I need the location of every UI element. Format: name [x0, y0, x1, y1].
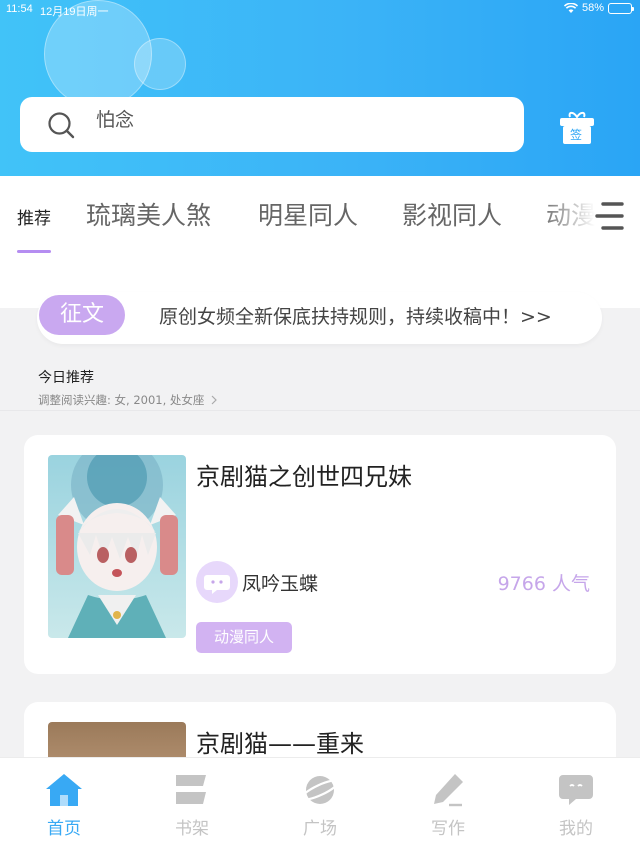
book-title[interactable]: 京剧猫之创世四兄妹 — [196, 457, 412, 492]
battery-percent: 58% — [581, 2, 604, 14]
nav-bookshelf-label: 书架 — [175, 819, 209, 839]
chat-bubble-icon — [204, 575, 230, 594]
status-time: 11:54 — [6, 3, 33, 15]
book-card[interactable]: 京剧猫之创世四兄妹 凤吟玉蝶 9766 人气 动漫同人 — [24, 435, 616, 674]
nav-square-label: 广场 — [303, 819, 337, 839]
home-icon — [46, 774, 82, 806]
bookshelf-icon — [176, 775, 206, 804]
nav-home-label: 首页 — [47, 819, 81, 839]
book-cover[interactable] — [48, 455, 186, 638]
bottom-nav: 首页 书架 广场 写作 我的 — [0, 757, 640, 853]
notice-banner[interactable]: 征文 原创女频全新保底扶持规则，持续收稿中！>> — [37, 292, 602, 344]
nav-mine[interactable]: 我的 — [536, 772, 616, 839]
chevron-right-icon — [211, 395, 217, 405]
author-avatar — [196, 561, 238, 603]
divider — [0, 410, 640, 411]
nav-home[interactable]: 首页 — [24, 772, 104, 839]
genre-tag[interactable]: 动漫同人 — [196, 622, 292, 653]
gift-label: 签 — [570, 128, 583, 142]
search-icon — [48, 112, 75, 139]
status-date: 12月19日周一 — [40, 6, 109, 18]
nav-write-label: 写作 — [431, 819, 465, 839]
menu-icon[interactable] — [594, 200, 624, 232]
tab-celebrity[interactable]: 明星同人 — [258, 196, 358, 232]
gift-sign-button[interactable]: 签 — [558, 111, 596, 145]
nav-write[interactable]: 写作 — [408, 772, 488, 839]
tab-active-indicator — [17, 250, 51, 253]
reading-interest-text: 调整阅读兴趣: 女, 2001, 处女座 — [38, 393, 205, 407]
status-right: 58% — [563, 2, 634, 14]
chat-bubble-icon — [559, 775, 593, 805]
tab-recommend[interactable]: 推荐 — [17, 204, 51, 229]
category-tabs: 推荐 琉璃美人煞 明星同人 影视同人 动漫 — [0, 176, 640, 260]
nav-bookshelf[interactable]: 书架 — [152, 772, 232, 839]
book-cover-art — [48, 455, 186, 638]
status-bar: 11:54 12月19日周一 58% — [0, 0, 640, 20]
notice-message: 原创女频全新保底扶持规则，持续收稿中！>> — [159, 306, 552, 328]
planet-icon — [301, 776, 339, 804]
header: 11:54 12月19日周一 58% 怕念 签 — [0, 0, 640, 176]
decorative-bubble — [134, 38, 186, 90]
search-bar[interactable]: 怕念 — [20, 97, 524, 152]
wifi-icon — [563, 2, 578, 13]
notice-tag: 征文 — [39, 295, 125, 335]
tab-film[interactable]: 影视同人 — [402, 196, 502, 232]
pen-icon — [434, 774, 463, 807]
tabs-fade — [540, 176, 640, 260]
nav-mine-label: 我的 — [559, 819, 593, 839]
reading-interest-link[interactable]: 调整阅读兴趣: 女, 2001, 处女座 — [38, 392, 218, 408]
search-text: 怕念 — [96, 109, 135, 131]
today-recommend-title: 今日推荐 — [38, 370, 94, 386]
nav-square[interactable]: 广场 — [280, 772, 360, 839]
battery-icon — [608, 2, 634, 14]
book-title[interactable]: 京剧猫——重来 — [196, 724, 364, 759]
author-name[interactable]: 凤吟玉蝶 — [242, 569, 318, 596]
tab-liuli[interactable]: 琉璃美人煞 — [86, 196, 211, 232]
popularity-count: 9766 人气 — [497, 573, 590, 595]
